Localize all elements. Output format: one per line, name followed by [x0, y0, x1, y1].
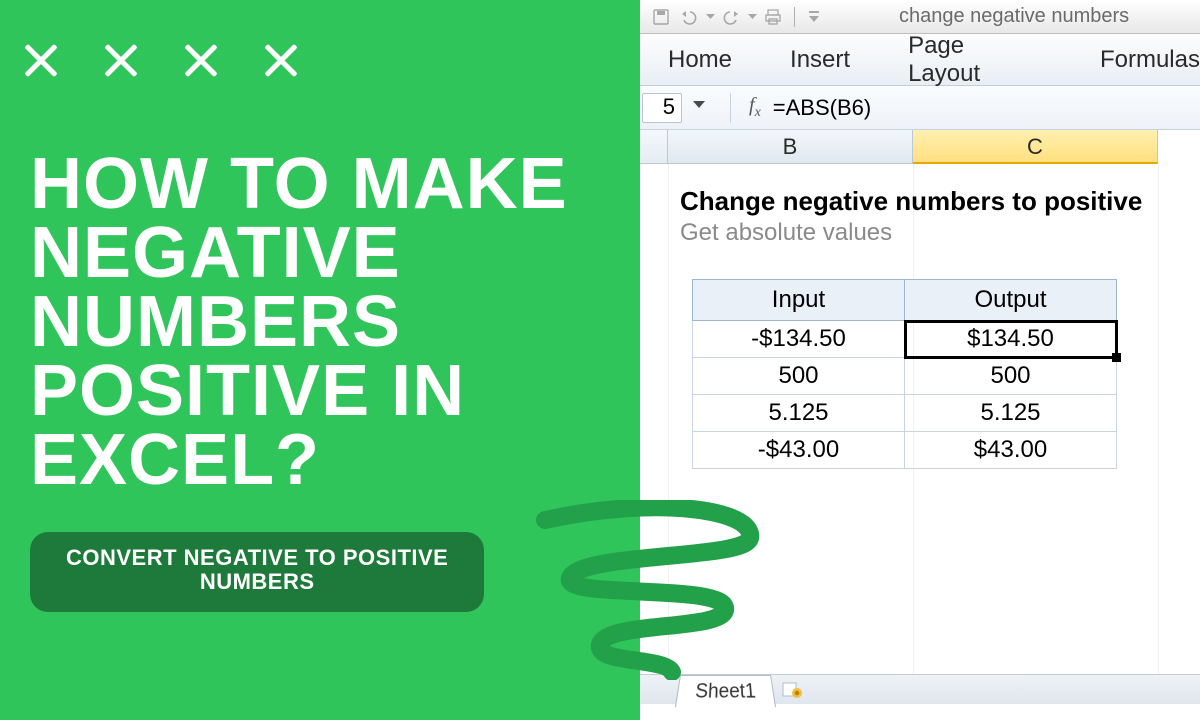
data-table: Input Output -$134.50 $134.50 500 500 5.… — [692, 279, 1117, 469]
cell-input[interactable]: 500 — [693, 358, 905, 395]
separator — [730, 93, 731, 123]
promo-subtitle-line1: CONVERT NEGATIVE TO POSITIVE — [66, 545, 448, 570]
tab-home[interactable]: Home — [668, 46, 732, 74]
promo-headline: HOW TO MAKE NEGATIVE NUMBERS POSITIVE IN… — [30, 150, 610, 496]
print-icon[interactable] — [760, 7, 786, 27]
header-output[interactable]: Output — [905, 280, 1117, 321]
cell-value: $134.50 — [967, 325, 1054, 352]
body-content: Change negative numbers to positive Get … — [680, 186, 1200, 469]
ribbon: Home Insert Page Layout Formulas — [640, 34, 1200, 86]
fill-handle[interactable] — [1112, 353, 1121, 362]
formula-input[interactable] — [773, 93, 1200, 123]
insert-sheet-icon[interactable] — [781, 678, 803, 700]
column-header-C[interactable]: C — [913, 130, 1158, 164]
tab-formulas[interactable]: Formulas — [1100, 46, 1200, 74]
cell-output-selected[interactable]: $134.50 — [905, 321, 1117, 358]
table-row: 5.125 5.125 — [693, 395, 1117, 432]
window-title: change negative numbers — [899, 5, 1129, 28]
formula-bar: 5 fx — [640, 86, 1200, 130]
table-row: 500 500 — [693, 358, 1117, 395]
sheet-body-subtitle: Get absolute values — [680, 219, 1200, 247]
tab-insert[interactable]: Insert — [790, 46, 850, 74]
qat-customize-icon[interactable] — [801, 7, 827, 27]
x-icon-row — [20, 40, 610, 82]
cell-input[interactable]: 5.125 — [693, 395, 905, 432]
x-icon — [100, 40, 142, 82]
fx-icon[interactable]: fx — [749, 94, 761, 121]
table-header-row: Input Output — [693, 280, 1117, 321]
table-row: -$43.00 $43.00 — [693, 432, 1117, 469]
tab-page-layout[interactable]: Page Layout — [908, 32, 1042, 88]
redo-icon[interactable] — [718, 7, 744, 27]
column-header-row: B C — [640, 130, 1200, 164]
name-box-dropdown-icon[interactable] — [690, 97, 712, 119]
cell-input[interactable]: -$43.00 — [693, 432, 905, 469]
name-box[interactable]: 5 — [642, 93, 682, 123]
cell-input[interactable]: -$134.50 — [693, 321, 905, 358]
chevron-down-icon[interactable] — [704, 7, 716, 27]
select-all-corner[interactable] — [640, 130, 668, 164]
x-icon — [20, 40, 62, 82]
promo-subtitle: CONVERT NEGATIVE TO POSITIVE NUMBERS — [30, 532, 484, 612]
scribble-decoration — [500, 500, 780, 680]
undo-icon[interactable] — [676, 7, 702, 27]
x-icon — [260, 40, 302, 82]
separator — [794, 7, 795, 27]
chevron-down-icon[interactable] — [746, 7, 758, 27]
header-input[interactable]: Input — [693, 280, 905, 321]
titlebar: change negative numbers — [640, 0, 1200, 34]
cell-output[interactable]: $43.00 — [905, 432, 1117, 469]
save-icon[interactable] — [648, 7, 674, 27]
cell-output[interactable]: 5.125 — [905, 395, 1117, 432]
column-header-B[interactable]: B — [668, 130, 913, 164]
sheet-body-title: Change negative numbers to positive — [680, 186, 1200, 217]
cell-output[interactable]: 500 — [905, 358, 1117, 395]
table-row: -$134.50 $134.50 — [693, 321, 1117, 358]
promo-subtitle-line2: NUMBERS — [200, 569, 315, 594]
x-icon — [180, 40, 222, 82]
